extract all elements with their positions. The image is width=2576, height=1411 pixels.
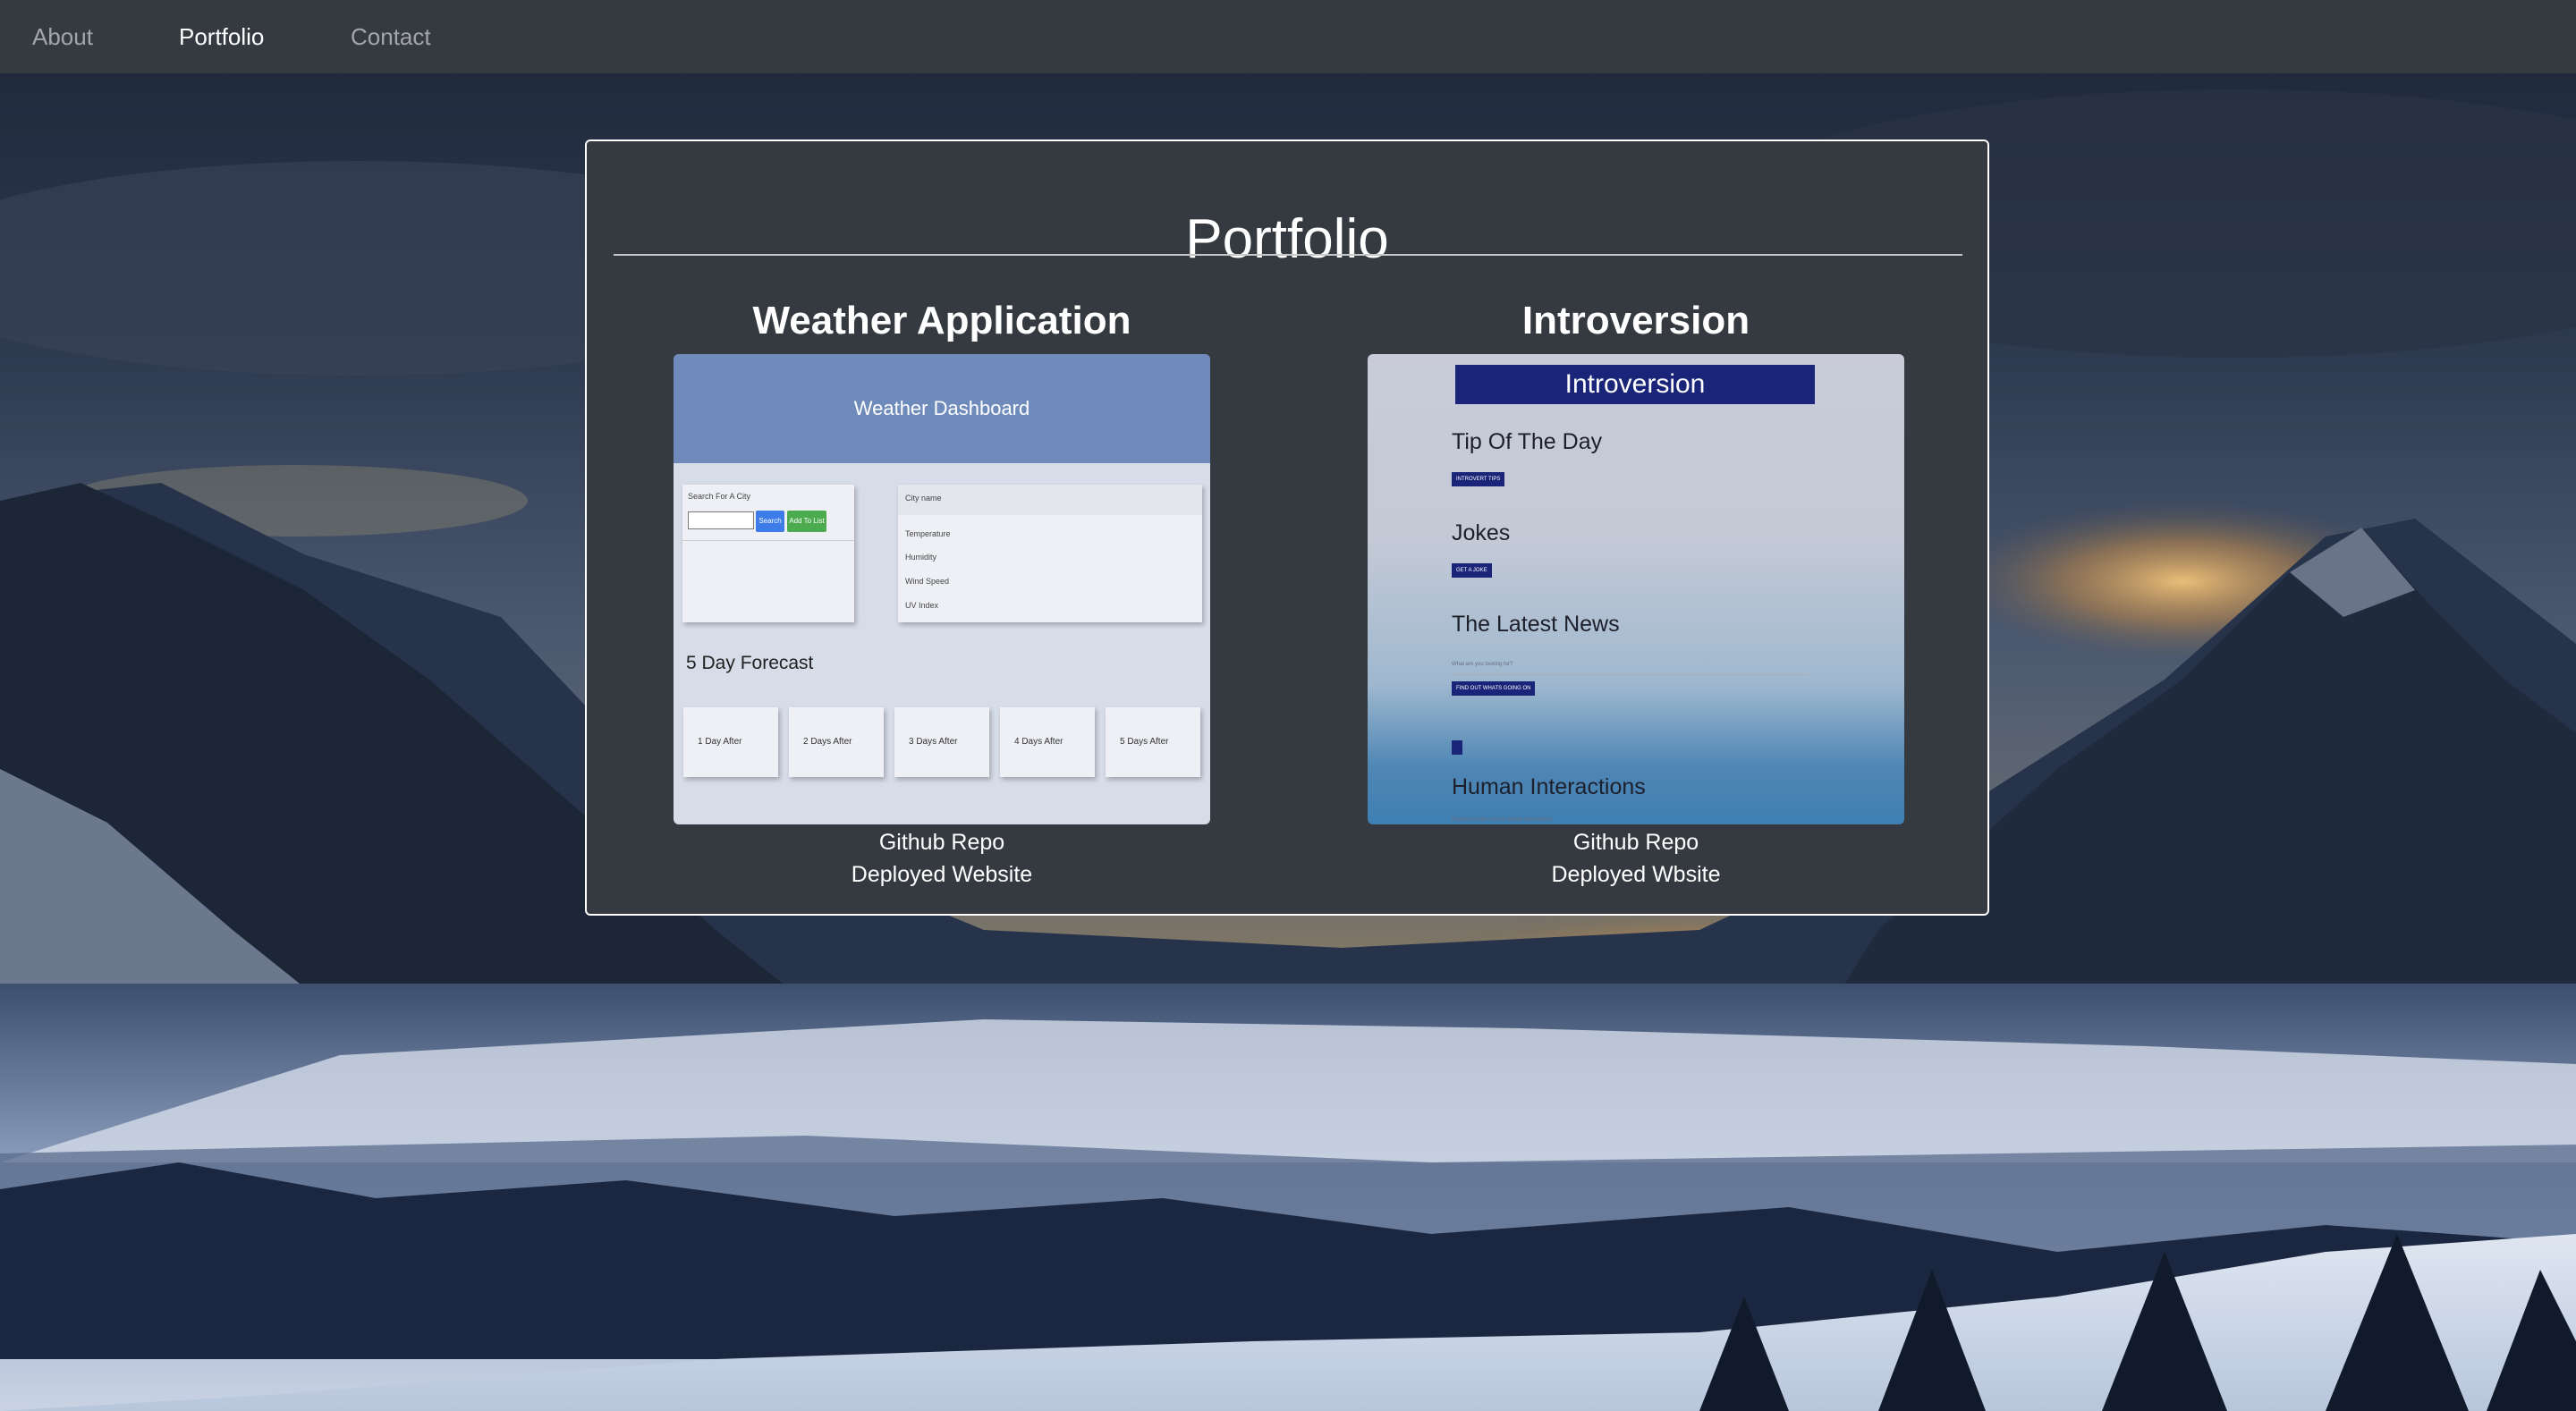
project-weather-application: Weather Application Weather Dashboard Se… <box>674 293 1210 891</box>
introversion-section-subtext: Please find tips how to handle interacti… <box>1452 817 1553 823</box>
forecast-day-card: 5 Days After <box>1106 707 1200 777</box>
nav-link-about[interactable]: About <box>32 0 93 73</box>
weather-search-label: Search For A City <box>688 492 751 501</box>
weather-search-input <box>688 511 754 529</box>
project-title: Introversion <box>1521 299 1750 342</box>
forecast-day-card: 4 Days After <box>1000 707 1095 777</box>
introversion-section-heading: Human Interactions <box>1452 774 1646 799</box>
introversion-screenshot[interactable]: Introversion Tip Of The Day INTROVERT TI… <box>1368 354 1904 824</box>
weather-add-button: Add To List <box>787 511 826 532</box>
weather-stat: Humidity <box>905 553 937 562</box>
deployed-website-link[interactable]: Deployed Website <box>674 858 1210 891</box>
introversion-marker <box>1452 740 1462 755</box>
weather-stat: Wind Speed <box>905 577 950 586</box>
github-repo-link[interactable]: Github Repo <box>1368 826 1904 858</box>
introversion-input-line <box>1452 674 1809 675</box>
nav-link-contact[interactable]: Contact <box>351 0 431 73</box>
forecast-day-card: 3 Days After <box>894 707 989 777</box>
weather-stat: Temperature <box>905 529 951 538</box>
nav-link-portfolio[interactable]: Portfolio <box>179 0 264 73</box>
weather-panel-divider <box>682 540 854 541</box>
weather-stat: UV Index <box>905 601 939 610</box>
deployed-website-link[interactable]: Deployed Wbsite <box>1368 858 1904 891</box>
weather-search-button: Search <box>756 511 784 532</box>
forecast-day-card: 2 Days After <box>789 707 884 777</box>
weather-city-label: City name <box>905 494 942 503</box>
introversion-section-heading: Tip Of The Day <box>1452 429 1603 454</box>
introversion-section-subtext: What are you looking for? <box>1452 662 1513 667</box>
project-introversion: Introversion Introversion Tip Of The Day… <box>1368 293 1904 891</box>
weather-dashboard-header: Weather Dashboard <box>674 354 1210 463</box>
top-navbar: About Portfolio Contact <box>0 0 2576 73</box>
weather-app-screenshot[interactable]: Weather Dashboard Search For A City Sear… <box>674 354 1210 824</box>
weather-city-panel: City name Temperature Humidity Wind Spee… <box>898 485 1202 622</box>
introversion-section-heading: Jokes <box>1452 520 1511 545</box>
weather-forecast-title: 5 Day Forecast <box>686 653 814 673</box>
introversion-section-heading: The Latest News <box>1452 612 1620 637</box>
github-repo-link[interactable]: Github Repo <box>674 826 1210 858</box>
page-title: Portfolio <box>1185 207 1389 270</box>
introversion-section-button: FIND OUT WHATS GOING ON <box>1452 681 1536 696</box>
introversion-section-button: GET A JOKE <box>1452 563 1492 578</box>
project-title: Weather Application <box>752 299 1131 342</box>
forecast-day-card: 1 Day After <box>683 707 778 777</box>
portfolio-card: Portfolio Weather Application Weather Da… <box>585 139 1989 916</box>
introversion-banner: Introversion <box>1455 365 1815 404</box>
weather-city-header <box>898 485 1202 515</box>
weather-search-panel: Search For A City Search Add To List <box>682 485 854 622</box>
introversion-section-button: INTROVERT TIPS <box>1452 472 1505 486</box>
title-divider <box>614 254 1962 256</box>
